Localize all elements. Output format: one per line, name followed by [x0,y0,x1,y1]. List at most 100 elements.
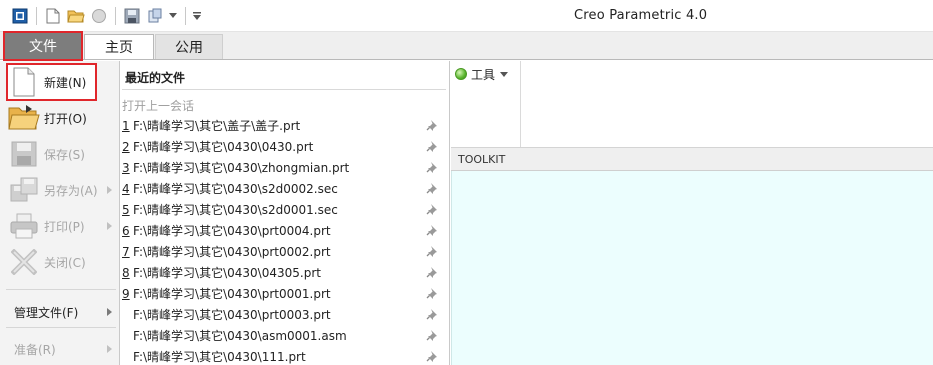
recent-file-item[interactable]: 8 F:\晴峰学习\其它\0430\04305.prt [122,262,446,283]
recent-file-number: 5 [122,202,130,217]
tab-file[interactable]: 文件 [3,31,83,61]
submenu-arrow-icon [107,345,112,353]
file-menu: 新建(N) 打开(O) 保存(S) 另存为(A) 打印(P) 关闭(C) 管理文… [0,61,120,365]
pin-icon[interactable] [426,266,438,278]
recent-file-path: F:\晴峰学习\其它\0430\04305.prt [133,266,321,280]
close-button[interactable]: 关闭(C) [8,245,118,279]
recent-file-item[interactable]: F:\晴峰学习\其它\0430\asm0001.asm [122,325,446,346]
pin-icon[interactable] [426,161,438,173]
toolbar-separator [36,7,37,25]
recent-file-path: F:\晴峰学习\其它\0430\111.prt [133,350,306,364]
recent-file-path: F:\晴峰学习\其它\0430\zhongmian.prt [133,161,350,175]
menu-separator [6,289,116,290]
recent-file-path: F:\晴峰学习\其它\0430\prt0002.prt [133,245,331,259]
open-icon[interactable] [66,6,86,26]
recent-file-item[interactable]: 1 F:\晴峰学习\其它\盖子\盖子.prt [122,115,446,136]
recent-file-item[interactable]: F:\晴峰学习\其它\0430\prt0003.prt [122,304,446,325]
new-icon[interactable] [43,6,63,26]
open-label: 打开(O) [44,111,87,126]
save-disk-icon [8,138,40,170]
manage-files-label: 管理文件(F) [14,305,79,320]
recent-file-number: 9 [122,286,130,301]
recent-file-item[interactable]: 6 F:\晴峰学习\其它\0430\prt0004.prt [122,220,446,241]
recent-file-path: F:\晴峰学习\其它\0430\asm0001.asm [133,329,347,343]
ribbon-right-area: 工具 TOOLKIT [451,61,933,365]
save-as-icon [8,174,40,206]
submenu-arrow-icon [107,308,112,316]
regenerate-icon[interactable] [89,6,109,26]
tools-label: 工具 [471,67,496,82]
tab-common[interactable]: 公用 [155,34,223,59]
save-as-button[interactable]: 另存为(A) [8,173,118,207]
submenu-arrow-icon [107,222,112,230]
save-as-label: 另存为(A) [44,183,98,198]
printer-icon [8,210,40,242]
recent-file-item[interactable]: F:\晴峰学习\其它\0430\111.prt [122,346,446,365]
menu-separator [6,327,116,328]
recent-files-header: 最近的文件 [125,71,186,85]
open-last-session-link[interactable]: 打开上一会话 [122,97,194,114]
new-label: 新建(N) [44,75,87,90]
graphics-area[interactable] [451,171,933,365]
pin-icon[interactable] [426,203,438,215]
pin-icon[interactable] [426,182,438,194]
recent-file-item[interactable]: 9 F:\晴峰学习\其它\0430\prt0001.prt [122,283,446,304]
recent-file-list: 1 F:\晴峰学习\其它\盖子\盖子.prt 2 F:\晴峰学习\其它\0430… [122,115,446,365]
prepare-label: 准备(R) [14,342,56,357]
recent-file-item[interactable]: 4 F:\晴峰学习\其它\0430\s2d0002.sec [122,178,446,199]
recent-separator [122,89,446,90]
pin-icon[interactable] [426,329,438,341]
quick-access-toolbar [10,5,206,27]
toolbar-separator [185,7,186,25]
save-label: 保存(S) [44,147,85,162]
tools-group: 工具 [451,61,521,147]
save-button[interactable]: 保存(S) [8,137,118,171]
recent-file-path: F:\晴峰学习\其它\0430\s2d0002.sec [133,182,338,196]
title-bar: Creo Parametric 4.0 [0,0,933,32]
pin-icon[interactable] [426,308,438,320]
recent-file-number: 1 [122,118,130,133]
open-button[interactable]: 打开(O) [8,101,118,135]
tools-status-icon [455,68,467,80]
pin-icon[interactable] [426,287,438,299]
recent-file-item[interactable]: 3 F:\晴峰学习\其它\0430\zhongmian.prt [122,157,446,178]
pin-icon[interactable] [426,245,438,257]
open-folder-icon [8,102,40,134]
save-icon[interactable] [122,6,142,26]
recent-file-path: F:\晴峰学习\其它\0430\0430.prt [133,140,314,154]
submenu-arrow-icon [107,186,112,194]
toolkit-label: TOOLKIT [458,153,506,166]
recent-file-number: 4 [122,181,130,196]
pin-icon[interactable] [426,350,438,362]
window-title: Creo Parametric 4.0 [574,8,708,23]
windows-icon[interactable] [145,6,165,26]
recent-file-number: 3 [122,160,130,175]
windows-dropdown-icon[interactable] [168,6,178,26]
recent-file-number: 8 [122,265,130,280]
recent-file-number: 7 [122,244,130,259]
recent-files-panel: 最近的文件 打开上一会话 1 F:\晴峰学习\其它\盖子\盖子.prt 2 F:… [120,61,450,365]
tools-dropdown-button[interactable]: 工具 [455,66,509,82]
pin-icon[interactable] [426,224,438,236]
pin-icon[interactable] [426,119,438,131]
print-button[interactable]: 打印(P) [8,209,118,243]
new-file-icon [8,66,40,98]
recent-file-item[interactable]: 2 F:\晴峰学习\其它\0430\0430.prt [122,136,446,157]
app-icon[interactable] [10,6,30,26]
prepare-menu[interactable]: 准备(R) [14,339,118,359]
recent-file-path: F:\晴峰学习\其它\盖子\盖子.prt [133,119,301,133]
pin-icon[interactable] [426,140,438,152]
recent-file-number: 2 [122,139,130,154]
customize-icon[interactable] [192,6,202,26]
manage-files-menu[interactable]: 管理文件(F) [14,302,118,322]
recent-file-path: F:\晴峰学习\其它\0430\prt0004.prt [133,224,331,238]
recent-file-item[interactable]: 7 F:\晴峰学习\其它\0430\prt0002.prt [122,241,446,262]
recent-file-number: 6 [122,223,130,238]
new-button[interactable]: 新建(N) [6,63,97,101]
tab-home[interactable]: 主页 [84,34,154,59]
recent-file-item[interactable]: 5 F:\晴峰学习\其它\0430\s2d0001.sec [122,199,446,220]
close-label: 关闭(C) [44,255,86,270]
recent-file-path: F:\晴峰学习\其它\0430\prt0003.prt [133,308,331,322]
chevron-down-icon [500,71,509,77]
ribbon-tab-bar: 文件 主页 公用 [0,31,933,61]
